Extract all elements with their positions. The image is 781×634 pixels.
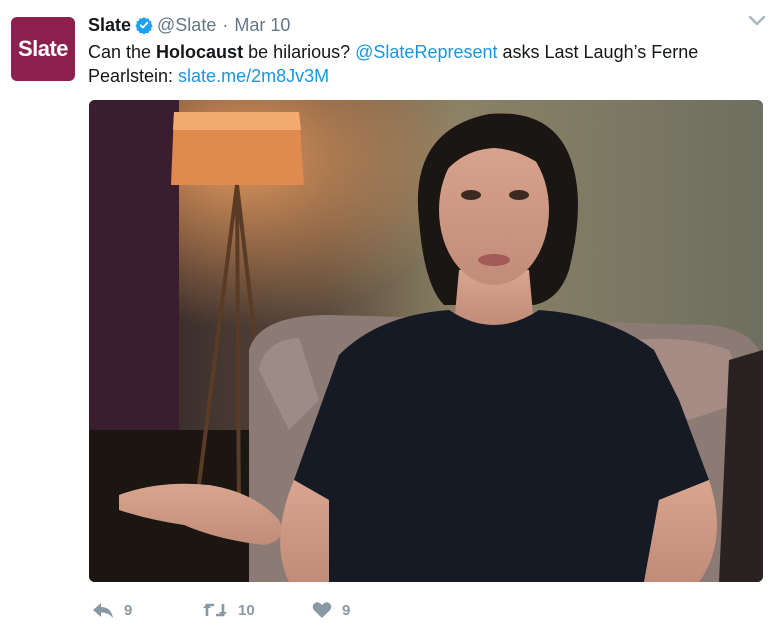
like-count: 9 [342,601,351,619]
text-part: Can the [88,42,157,62]
reply-count: 9 [124,601,133,619]
text-bold: Holocaust [156,42,244,62]
tweet-date[interactable]: Mar 10 [234,15,290,36]
retweet-icon [203,603,227,617]
avatar[interactable]: Slate [11,17,75,81]
display-name[interactable]: Slate [88,15,131,36]
text-part: be hilarious? [243,42,356,62]
handle[interactable]: @Slate [157,15,216,36]
mention-link[interactable]: @SlateRepresent [355,42,497,62]
reply-button[interactable]: 9 [92,601,202,619]
chevron-down-icon[interactable] [748,14,766,28]
like-button[interactable]: 9 [312,601,422,619]
video-thumbnail[interactable] [89,100,763,582]
media-image [89,100,763,582]
retweet-button[interactable]: 10 [202,601,312,619]
avatar-text: Slate [17,36,69,61]
tweet-text: Can the Holocaust be hilarious? @SlateRe… [88,40,748,88]
tweet-header: Slate @Slate · Mar 10 [88,12,290,38]
url-link[interactable]: slate.me/2m8Jv3M [178,66,329,86]
reply-icon [93,603,113,618]
heart-icon [312,602,332,618]
separator-dot: · [222,14,229,35]
tweet-actions: 9 10 9 [92,598,422,622]
retweet-count: 10 [238,601,255,619]
verified-badge-icon [135,17,153,34]
